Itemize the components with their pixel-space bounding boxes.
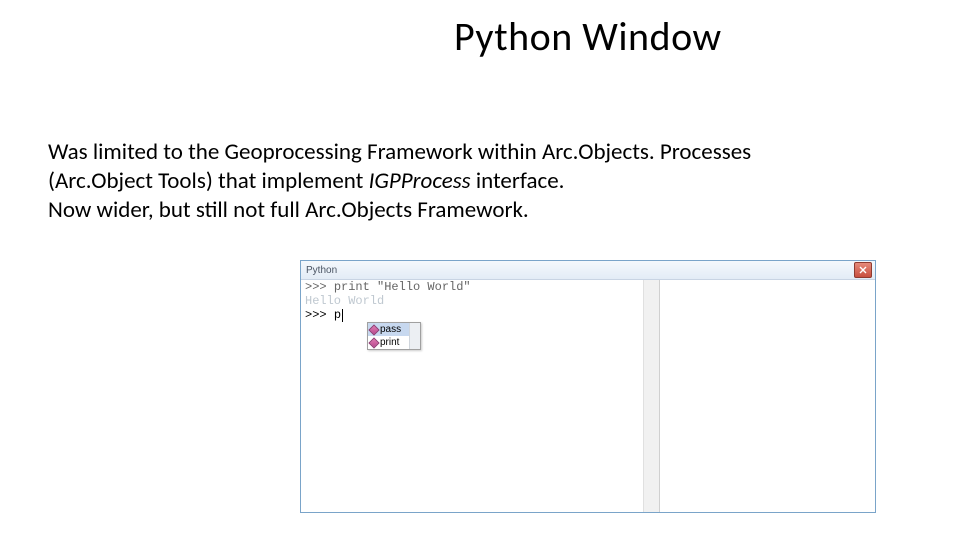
code-pane[interactable]: >>> print "Hello World" Hello World >>> …: [301, 280, 660, 512]
scrollbar[interactable]: [409, 323, 420, 349]
body-text: Was limited to the Geoprocessing Framewo…: [48, 138, 912, 224]
page-title: Python Window: [454, 12, 722, 61]
active-prompt[interactable]: >>> p: [301, 308, 659, 322]
text-caret: [342, 309, 343, 322]
slide: Python Window Was limited to the Geoproc…: [0, 0, 960, 540]
keyword-icon: [368, 324, 379, 335]
autocomplete-label: pass: [380, 324, 401, 335]
body-fragment: interface.: [471, 167, 565, 195]
body-fragment: (Arc.Object Tools) that implement: [48, 167, 369, 195]
history-line: >>> print "Hello World": [301, 280, 659, 294]
window-title: Python: [306, 265, 854, 276]
panes: >>> print "Hello World" Hello World >>> …: [301, 280, 875, 512]
help-pane: [660, 280, 875, 512]
body-fragment: Was limited to the Geoprocessing Framewo…: [48, 138, 751, 166]
autocomplete-label: print: [380, 337, 399, 348]
body-fragment: Now wider, but still not full Arc.Object…: [48, 196, 529, 224]
titlebar[interactable]: Python: [301, 261, 875, 280]
scrollbar[interactable]: [643, 280, 659, 512]
close-icon: [859, 266, 867, 274]
close-button[interactable]: [854, 262, 872, 278]
output-line: Hello World: [301, 294, 659, 308]
body-italic: IGPProcess: [369, 167, 471, 195]
autocomplete-popup[interactable]: pass print: [367, 322, 421, 350]
python-window: Python >>> print "Hello World" Hello Wor…: [300, 260, 876, 513]
keyword-icon: [368, 337, 379, 348]
